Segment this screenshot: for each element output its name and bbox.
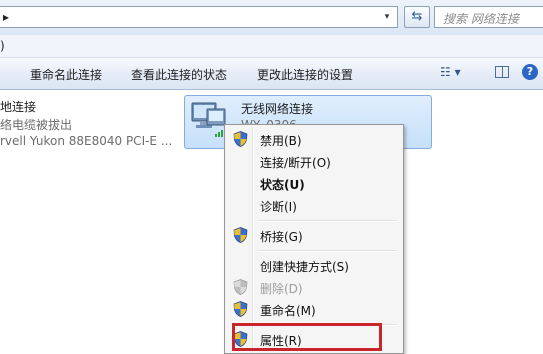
menu-item-delete: 删除(D)	[227, 277, 401, 297]
address-toolbar: ▸ ▾ ⇆ 搜索 网络连接	[0, 0, 543, 35]
menu-item-fragment[interactable]: )	[0, 39, 5, 53]
menu-item-bridge[interactable]: 桥接(G)	[227, 225, 401, 245]
help-button[interactable]: ?	[522, 64, 538, 80]
chevron-down-icon[interactable]: ▾	[379, 9, 395, 25]
shield-icon	[233, 131, 248, 147]
menu-bar: )	[0, 35, 543, 58]
shield-icon	[233, 279, 248, 295]
refresh-button[interactable]: ⇆	[404, 6, 430, 28]
menu-item-disable[interactable]: 禁用(B)	[227, 129, 401, 149]
menu-item-label: 禁用(B)	[260, 134, 302, 148]
menu-item-label: 重命名(M)	[260, 304, 316, 318]
menu-item-label: 创建快捷方式(S)	[260, 260, 349, 274]
shield-icon	[233, 227, 248, 243]
search-placeholder: 搜索 网络连接	[443, 12, 519, 26]
connection-name: 地连接	[0, 100, 37, 114]
command-bar: 重命名此连接 查看此连接的状态 更改此连接的设置 ☷ ▾ ?	[0, 58, 543, 90]
view-status-button[interactable]: 查看此连接的状态	[131, 66, 227, 83]
view-options-button[interactable]: ☷ ▾	[440, 65, 474, 82]
menu-item-connect-disconnect[interactable]: 连接/断开(O)	[227, 151, 401, 171]
menu-item-status[interactable]: 状态(U)	[227, 173, 401, 193]
menu-item-label: 桥接(G)	[260, 230, 303, 244]
shield-icon	[233, 301, 248, 317]
menu-separator	[257, 250, 397, 252]
search-input[interactable]: 搜索 网络连接	[434, 6, 543, 28]
menu-item-diagnose[interactable]: 诊断(I)	[227, 195, 401, 215]
menu-item-label: 诊断(I)	[260, 200, 297, 214]
menu-item-create-shortcut[interactable]: 创建快捷方式(S)	[227, 255, 401, 275]
address-bar[interactable]: ▸ ▾	[0, 6, 398, 28]
preview-pane-icon[interactable]	[495, 66, 509, 78]
connection-name: 无线网络连接	[241, 102, 314, 116]
annotation-highlight-box	[232, 323, 382, 351]
menu-item-label: 连接/断开(O)	[260, 156, 331, 170]
change-settings-button[interactable]: 更改此连接的设置	[257, 66, 353, 83]
rename-connection-button[interactable]: 重命名此连接	[30, 66, 102, 83]
connection-device: rvell Yukon 88E8040 PCI-E ...	[0, 134, 173, 148]
menu-item-label: 删除(D)	[260, 282, 303, 296]
network-adapter-icon	[191, 102, 226, 137]
breadcrumb-arrow[interactable]: ▸	[3, 10, 9, 24]
context-menu: 禁用(B) 连接/断开(O) 状态(U) 诊断(I) 桥接(G) 创建快捷方式(…	[224, 124, 404, 354]
menu-item-label: 状态(U)	[260, 178, 305, 192]
menu-item-rename[interactable]: 重命名(M)	[227, 299, 401, 319]
menu-separator	[257, 220, 397, 222]
connection-status: 络电缆被拔出	[0, 118, 73, 132]
